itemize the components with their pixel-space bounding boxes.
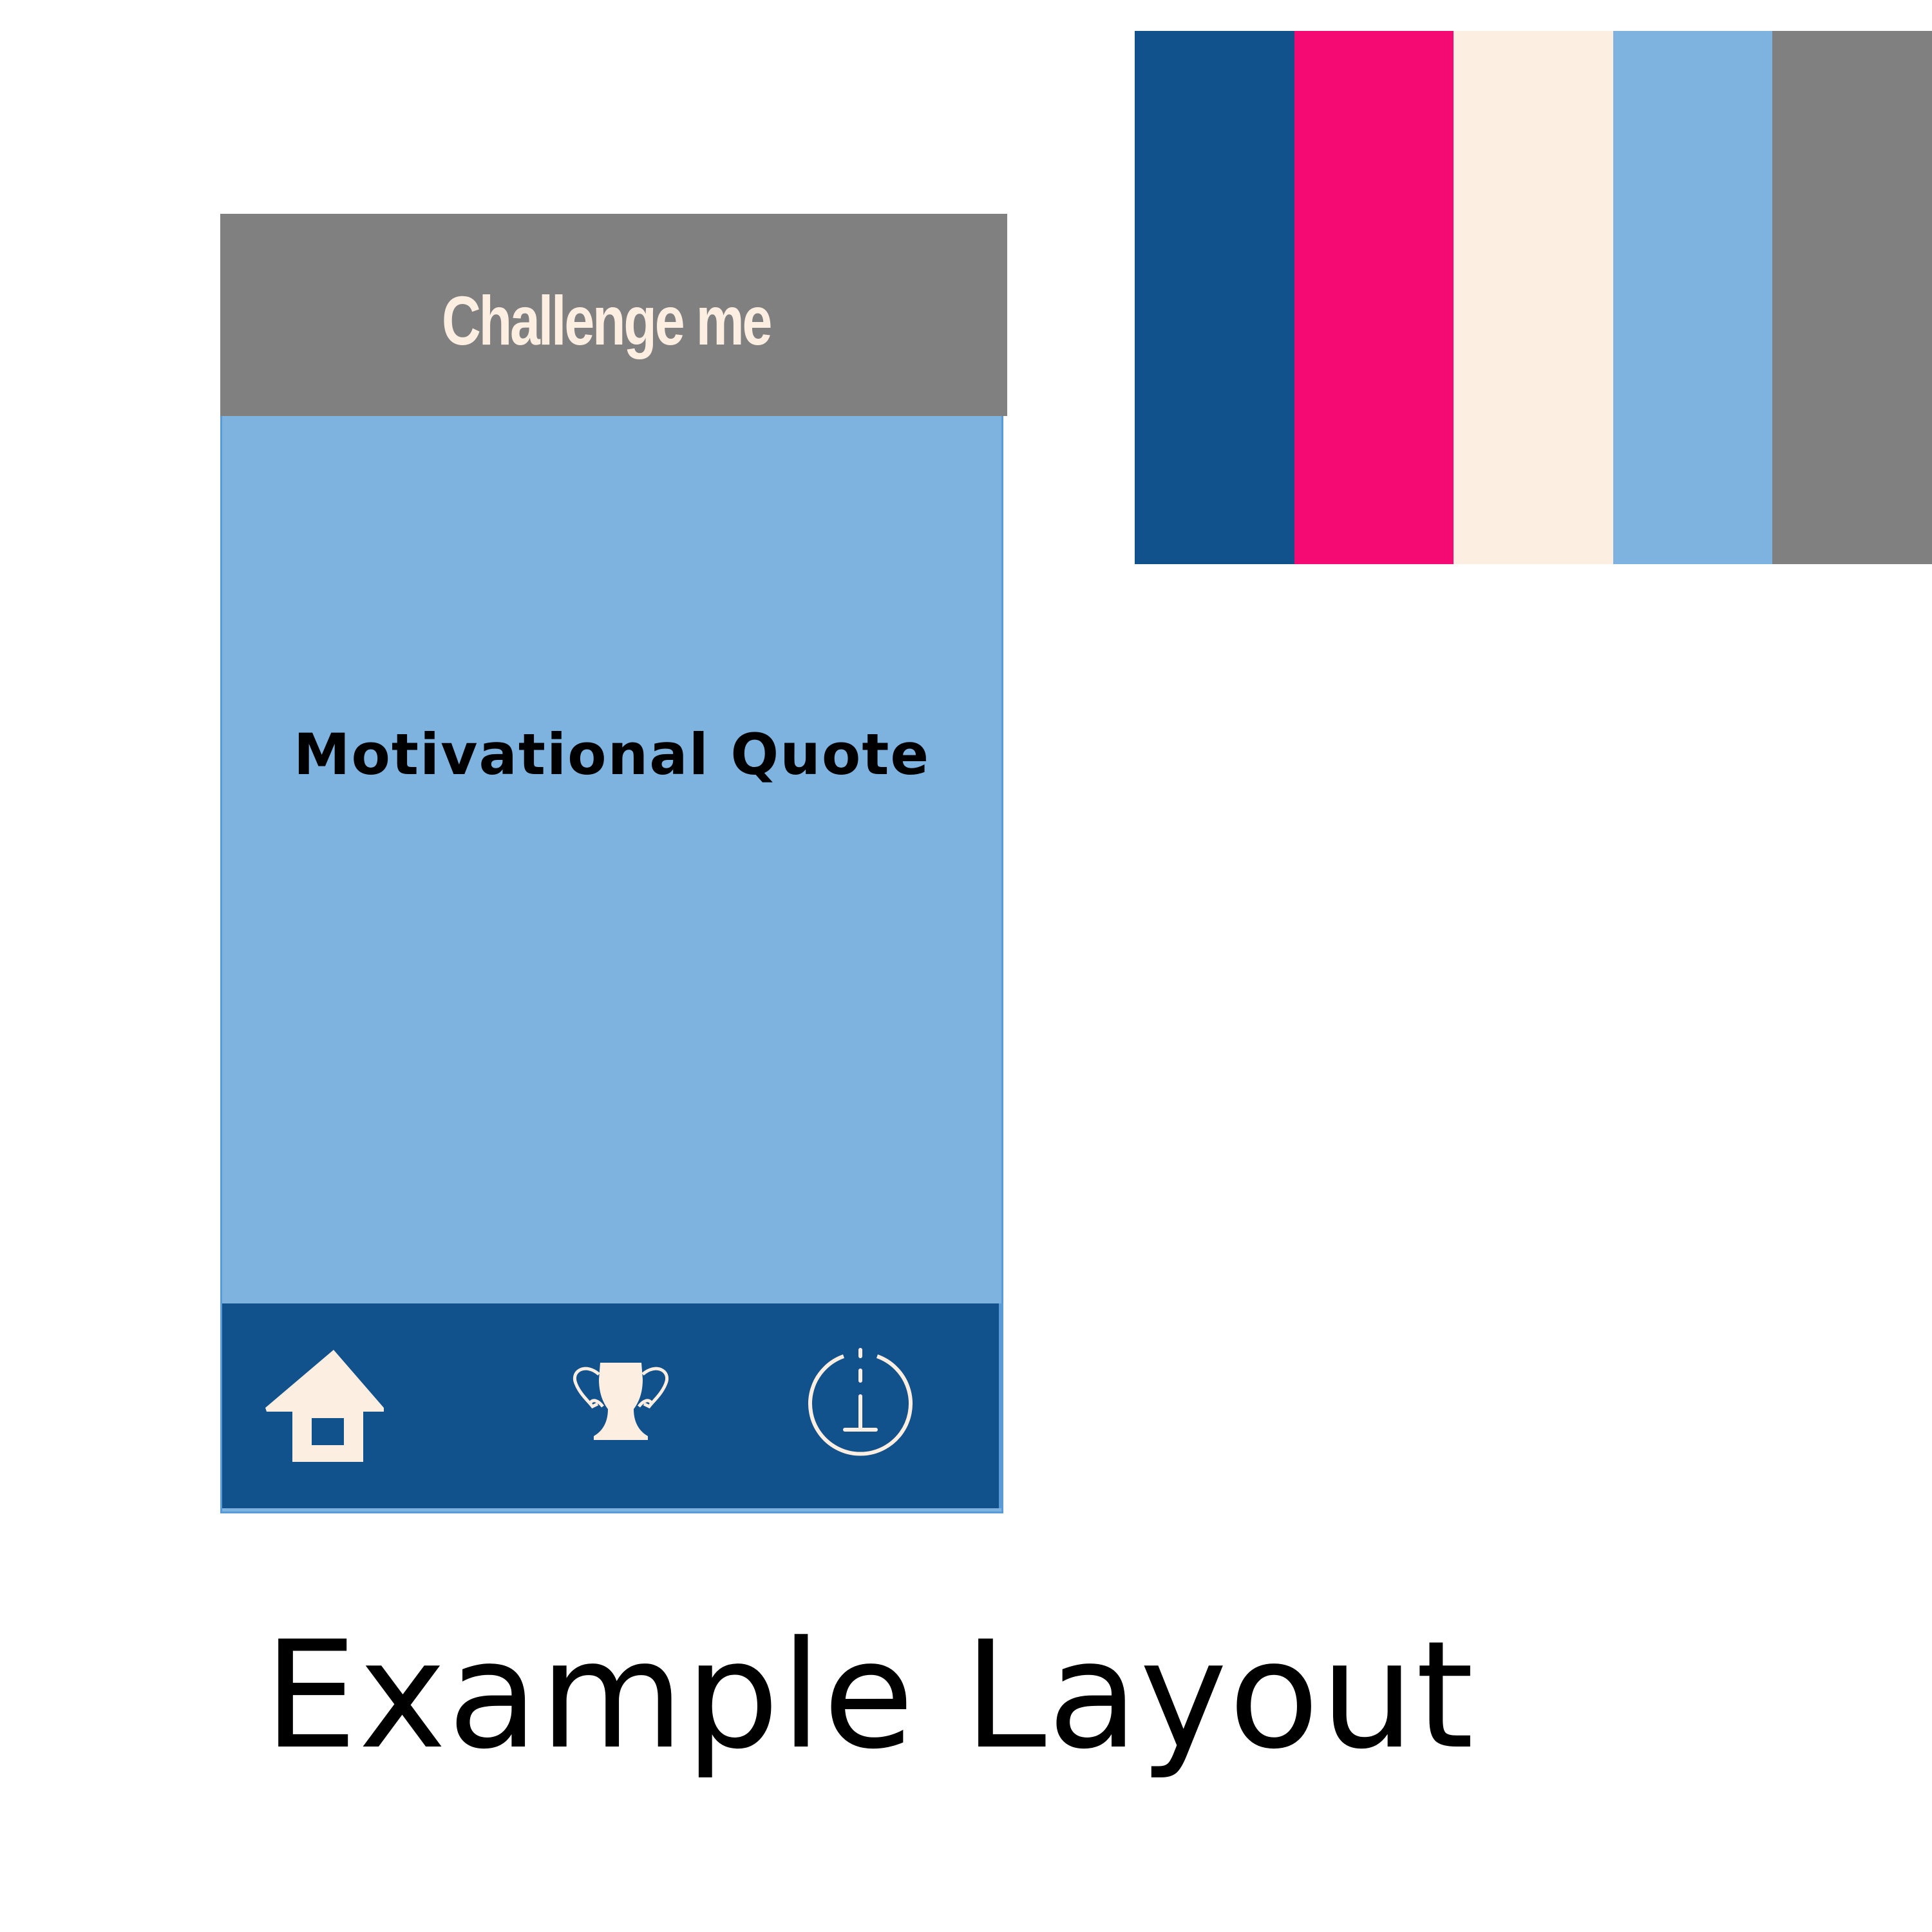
nav-home-button[interactable] — [254, 1303, 402, 1508]
color-palette — [1135, 31, 1932, 564]
motivational-quote: Motivational Quote — [293, 721, 931, 788]
swatch-gray — [1772, 31, 1932, 564]
app-header: Challenge me — [220, 214, 1007, 416]
bottom-nav — [222, 1303, 1002, 1508]
app-title[interactable]: Challenge me — [442, 280, 772, 361]
swatch-cream — [1454, 31, 1613, 564]
swatch-pink — [1294, 31, 1454, 564]
caption: Example Layout — [263, 1610, 1475, 1782]
swatch-dark-blue — [1135, 31, 1294, 564]
trophy-icon — [573, 1363, 669, 1440]
nav-power-button[interactable] — [789, 1303, 931, 1508]
power-icon — [808, 1348, 913, 1456]
nav-trophy-button[interactable] — [551, 1303, 692, 1508]
content-area: Motivational Quote — [222, 416, 1001, 1303]
swatch-light-blue — [1613, 31, 1773, 564]
home-icon — [265, 1350, 384, 1462]
phone-mockup: Challenge me Motivational Quote — [220, 214, 1007, 1513]
